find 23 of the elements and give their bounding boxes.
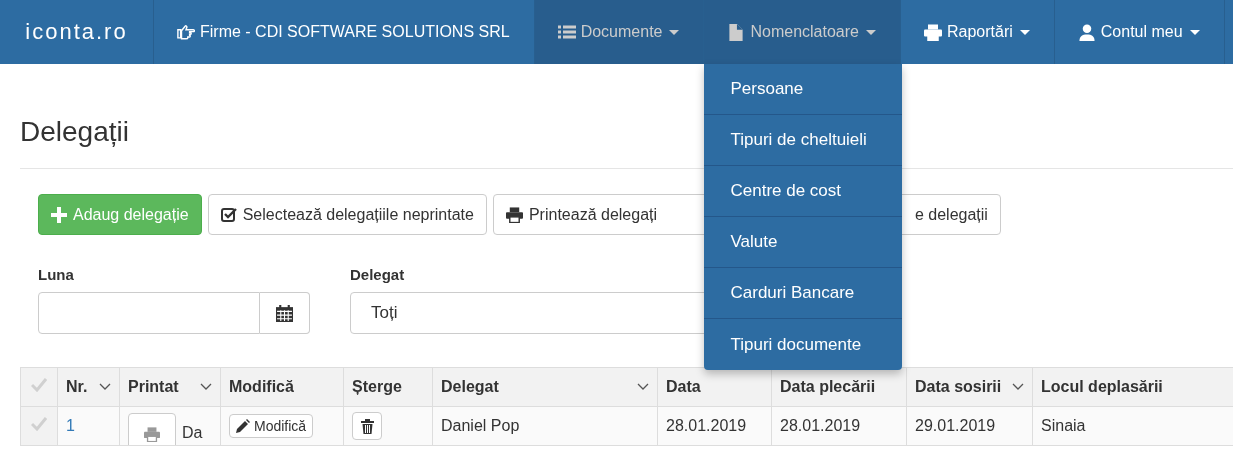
menu-item[interactable]: Carduri Bancare: [704, 268, 903, 319]
column-header[interactable]: Nr.: [66, 378, 88, 396]
column-header[interactable]: Delegat: [441, 378, 499, 396]
field-label: Delegat: [350, 266, 406, 283]
table-cell: 28.01.2019: [780, 417, 861, 434]
nav-menu-item[interactable]: Firme - CDI SOFTWARE SOLUTIONS SRL: [154, 0, 535, 64]
brand-logo[interactable]: iconta.ro: [0, 0, 154, 64]
menu-item[interactable]: Tipuri de cheltuieli: [704, 115, 903, 166]
table-cell: 29.01.2019: [915, 417, 996, 434]
row-number-link[interactable]: 1: [66, 417, 75, 434]
nav-menu-item[interactable]: Contul meu: [1054, 0, 1225, 64]
table-cell: Sinaia: [1041, 417, 1086, 434]
field-label: Luna: [38, 266, 75, 283]
page-title: Delegații: [20, 115, 129, 149]
table-cell: 28.01.2019: [666, 417, 747, 434]
table-cell: Daniel Pop: [441, 417, 520, 434]
toolbar-button[interactable]: Selectează delegațiile neprintate: [207, 194, 487, 235]
edit-button[interactable]: Modifică: [229, 414, 314, 438]
printed-status: Da: [182, 424, 203, 442]
menu-item[interactable]: Persoane: [704, 64, 903, 115]
column-header[interactable]: Data: [666, 378, 701, 396]
nav-menu-item[interactable]: Raportări: [901, 0, 1055, 64]
nav-menu-item[interactable]: Documente: [534, 0, 705, 64]
